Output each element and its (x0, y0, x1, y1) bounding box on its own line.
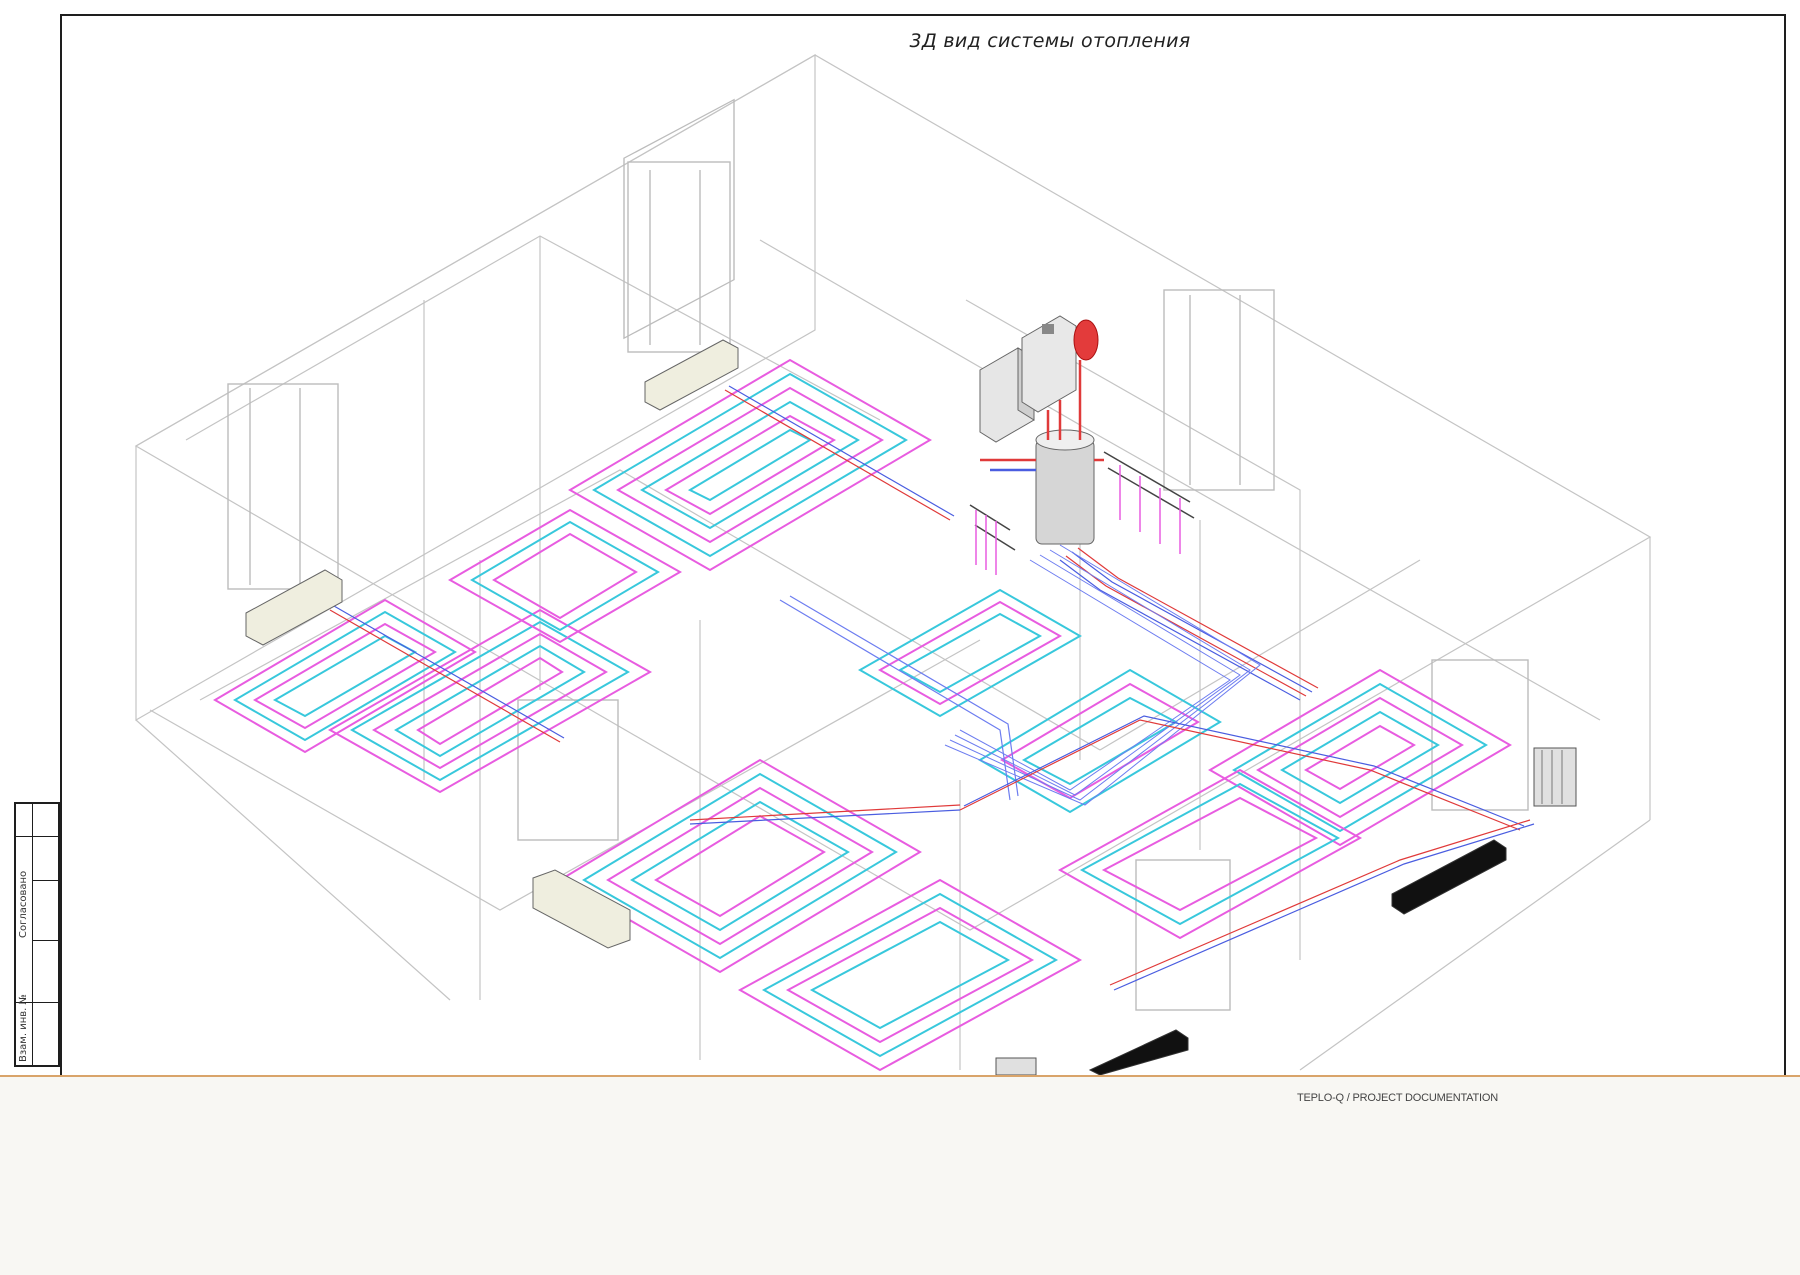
loop-room-southeast (1057, 768, 1363, 940)
approval-stamp: Согласовано Взам. инв. № (14, 802, 60, 1067)
radiator-icon (1533, 747, 1577, 807)
loop-room-center (857, 588, 1083, 718)
loop-room-east-center (978, 668, 1222, 814)
expansion-tank-icon (1073, 319, 1099, 361)
water-heater-icon (1035, 429, 1095, 545)
window-icon (517, 699, 619, 841)
building-walls (134, 53, 1652, 1071)
footer-bar: TEPLO-Q / PROJECT DOCUMENTATION (0, 1075, 1800, 1275)
stamp-divider (32, 880, 58, 881)
radiator-icon (995, 1057, 1037, 1075)
loop-room-north (568, 358, 932, 572)
loop-room-corridor (447, 508, 683, 644)
manifold-icon (1103, 451, 1195, 554)
inventory-label: Взам. инв. № (18, 994, 29, 1062)
stamp-divider (32, 804, 33, 1065)
stamp-divider (32, 940, 58, 941)
agreed-label: Согласовано (18, 870, 29, 938)
window-icon (1135, 859, 1231, 1011)
window-icon (623, 98, 735, 340)
drawing-sheet: 3Д вид системы отопления Согласовано Вза… (0, 0, 1800, 1075)
manifold-icon (969, 504, 1016, 575)
heating-system-3d-view (134, 53, 1652, 1075)
convector-icon (532, 869, 631, 949)
stamp-divider (16, 836, 58, 837)
loop-room-east (1208, 668, 1512, 847)
window-icon (227, 383, 339, 590)
window-icon (627, 161, 731, 353)
boiler-room-equipment (969, 315, 1195, 575)
convector-icon (1088, 1029, 1189, 1075)
loop-room-south (737, 878, 1083, 1072)
footer-text: TEPLO-Q / PROJECT DOCUMENTATION (1297, 1092, 1498, 1104)
boiler-icon (1021, 315, 1077, 413)
window-icon (1163, 289, 1275, 491)
drawing-title: 3Д вид системы отопления (909, 30, 1191, 52)
convector-icon (1391, 839, 1507, 915)
